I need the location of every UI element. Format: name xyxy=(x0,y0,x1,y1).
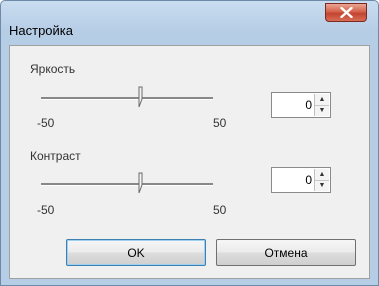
title-bar[interactable]: Настройка xyxy=(1,1,378,38)
brightness-slider-track xyxy=(41,97,213,100)
window-title: Настройка xyxy=(9,23,73,38)
contrast-label: Контраст xyxy=(30,149,81,163)
brightness-slider-thumb[interactable] xyxy=(134,86,146,108)
brightness-label: Яркость xyxy=(30,62,76,76)
close-button[interactable] xyxy=(325,3,367,22)
brightness-value[interactable]: 0 xyxy=(305,98,312,112)
contrast-min-label: -50 xyxy=(37,203,55,217)
contrast-max-label: 50 xyxy=(213,203,227,217)
brightness-max-label: 50 xyxy=(213,116,227,130)
contrast-spin-down-arrow-icon[interactable]: ▼ xyxy=(315,180,329,191)
dialog-body: Яркость -50 50 0 ▲ ▼ Контраст -50 50 0 ▲… xyxy=(9,45,370,279)
contrast-slider-thumb[interactable] xyxy=(134,172,146,194)
contrast-spin-buttons: ▲ ▼ xyxy=(314,169,329,191)
brightness-spin-buttons: ▲ ▼ xyxy=(314,94,329,116)
contrast-slider-track xyxy=(41,183,213,186)
brightness-min-label: -50 xyxy=(37,116,55,130)
contrast-value[interactable]: 0 xyxy=(305,173,312,187)
settings-dialog: Настройка Яркость -50 50 0 ▲ ▼ Контраст xyxy=(0,0,379,286)
ok-button[interactable]: OK xyxy=(66,239,206,266)
contrast-spinbox[interactable]: 0 ▲ ▼ xyxy=(271,167,331,193)
brightness-spin-down-arrow-icon[interactable]: ▼ xyxy=(315,105,329,116)
brightness-spinbox[interactable]: 0 ▲ ▼ xyxy=(271,92,331,118)
cancel-button[interactable]: Отмена xyxy=(216,239,356,266)
close-icon xyxy=(340,7,353,18)
